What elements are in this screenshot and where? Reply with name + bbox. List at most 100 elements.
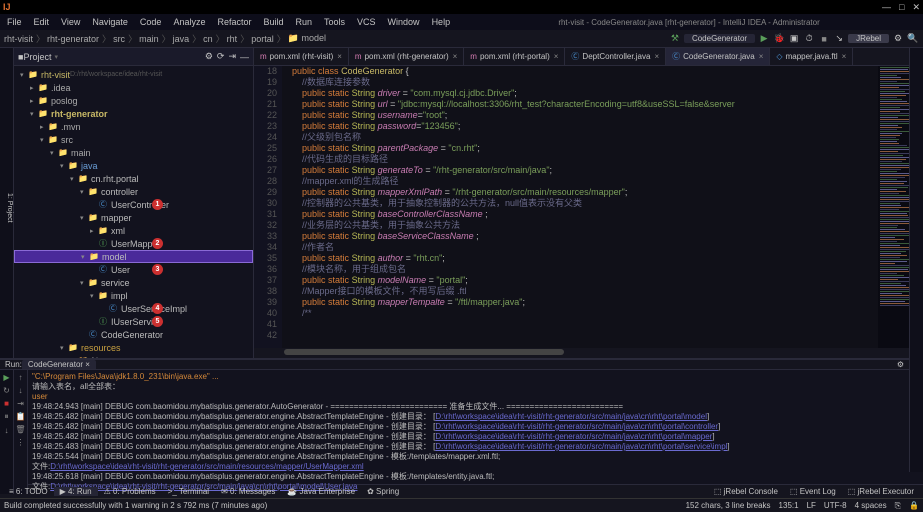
tree-item[interactable]: ⒸUserController1 — [14, 198, 253, 211]
tree-item[interactable]: ▾📁main — [14, 146, 253, 159]
menu-window[interactable]: Window — [383, 17, 425, 27]
breadcrumb-item[interactable]: rht-generator — [47, 34, 99, 44]
project-tree[interactable]: ▾📁rht-visit D:/rht/workspace/idea/rht-vi… — [14, 66, 253, 358]
tab-close-icon[interactable]: × — [654, 52, 659, 61]
menu-navigate[interactable]: Navigate — [87, 17, 133, 27]
breadcrumb-item[interactable]: rht-visit — [4, 34, 33, 44]
tab-close-icon[interactable]: × — [842, 52, 847, 61]
run-tool-icon[interactable]: ⇥ — [17, 399, 24, 408]
menu-edit[interactable]: Edit — [29, 17, 55, 27]
project-refresh-icon[interactable]: ⟳ — [217, 51, 225, 62]
debug-icon[interactable]: 🐞 — [773, 33, 785, 45]
tree-item[interactable]: ▾📁rht-generator — [14, 107, 253, 120]
breadcrumb-item[interactable]: java — [173, 34, 190, 44]
bottom-tab[interactable]: ☕ Java Enterprise — [281, 487, 361, 496]
bottom-right-tab[interactable]: ⬚ jRebel Executor — [842, 487, 920, 496]
menu-tools[interactable]: Tools — [319, 17, 350, 27]
tree-item[interactable]: ▾📁service — [14, 276, 253, 289]
git-icon[interactable]: ↘ — [833, 33, 845, 45]
close-button[interactable]: ✕ — [912, 2, 920, 13]
tree-item[interactable]: ▸📁ftl — [14, 354, 253, 358]
run-gear-icon[interactable]: ⚙ — [897, 360, 904, 369]
tree-item[interactable]: ⒾIUserService5 — [14, 315, 253, 328]
hscrollbar[interactable] — [254, 348, 923, 358]
coverage-icon[interactable]: ▣ — [788, 33, 800, 45]
status-item[interactable]: LF — [807, 501, 816, 510]
status-item[interactable]: 135:1 — [779, 501, 799, 510]
menu-file[interactable]: File — [2, 17, 27, 27]
run-tool-icon[interactable]: ⋮ — [17, 438, 25, 447]
tree-item[interactable]: ▾📁java — [14, 159, 253, 172]
bottom-right-tab[interactable]: ⬚ jRebel Console — [708, 487, 784, 496]
tree-item[interactable]: ⒸCodeGenerator — [14, 328, 253, 341]
status-item[interactable]: UTF-8 — [824, 501, 847, 510]
project-hide-icon[interactable]: — — [240, 52, 249, 62]
editor-tab[interactable]: ◇mapper.java.ftl× — [770, 48, 853, 65]
menu-view[interactable]: View — [56, 17, 85, 27]
bottom-tab[interactable]: ▶ 4: Run — [54, 487, 98, 496]
status-item[interactable]: 152 chars, 3 line breaks — [686, 501, 771, 510]
code-editor[interactable]: 1819202122232425262728293031323334353637… — [254, 66, 923, 348]
menu-code[interactable]: Code — [135, 17, 167, 27]
tab-close-icon[interactable]: × — [554, 52, 559, 61]
breadcrumb-item[interactable]: main — [139, 34, 159, 44]
code-body[interactable]: public class CodeGenerator { //数据库连接参数 p… — [282, 66, 923, 348]
tree-item[interactable]: ▸📁xml — [14, 224, 253, 237]
run-tool-icon[interactable]: 🗑 — [15, 425, 25, 434]
breadcrumb-item[interactable]: rht — [227, 34, 238, 44]
project-settings-icon[interactable]: ⚙ — [205, 51, 213, 62]
menu-help[interactable]: Help — [427, 17, 456, 27]
tab-close-icon[interactable]: × — [453, 52, 458, 61]
status-item[interactable]: 🔒 — [909, 501, 919, 510]
tree-item[interactable]: ▾📁rht-visit D:/rht/workspace/idea/rht-vi… — [14, 68, 253, 81]
jrebel-button[interactable]: JRebel — [848, 34, 889, 43]
editor-tab[interactable]: mpom.xml (rht-portal)× — [464, 48, 565, 65]
minimize-button[interactable]: — — [882, 2, 891, 13]
bottom-tab[interactable]: ✿ Spring — [361, 487, 405, 496]
run-tool-icon[interactable]: ↓ — [19, 386, 23, 395]
tab-close-icon[interactable]: × — [337, 52, 342, 61]
tree-item[interactable]: ▸📁.idea — [14, 81, 253, 94]
search-icon[interactable]: 🔍 — [907, 33, 919, 45]
bottom-tab[interactable]: ≡ 6: TODO — [3, 487, 54, 496]
tree-item[interactable]: ▾📁resources — [14, 341, 253, 354]
tree-item[interactable]: ⒸUserServiceImpl4 — [14, 302, 253, 315]
bottom-tab[interactable]: ✉ 0: Messages — [215, 487, 281, 496]
run-tool-icon[interactable]: ↑ — [19, 373, 23, 382]
maximize-button[interactable]: □ — [899, 2, 904, 13]
bottom-tab[interactable]: >_ Terminal — [162, 487, 215, 496]
run-tool-icon[interactable]: ↻ — [3, 386, 10, 395]
tree-item[interactable]: ▸📁.mvn — [14, 120, 253, 133]
bottom-tab[interactable]: ⚠ 0: Problems — [98, 487, 162, 496]
menu-run[interactable]: Run — [291, 17, 318, 27]
tree-item[interactable]: ▾📁cn.rht.portal — [14, 172, 253, 185]
breadcrumb-item[interactable]: 📁 model — [288, 33, 326, 44]
tree-item[interactable]: ▾📁model — [14, 250, 253, 263]
menu-refactor[interactable]: Refactor — [212, 17, 256, 27]
menu-build[interactable]: Build — [258, 17, 288, 27]
status-item[interactable]: ⎘ — [895, 501, 901, 511]
leftbar-tab[interactable]: 1: Project — [6, 193, 13, 223]
project-collapse-icon[interactable]: ⇥ — [228, 51, 236, 62]
run-icon[interactable]: ▶ — [758, 33, 770, 45]
breadcrumb-item[interactable]: portal — [251, 34, 274, 44]
editor-tab[interactable]: ⒸDeptController.java× — [565, 48, 666, 65]
breadcrumb-item[interactable]: src — [113, 34, 125, 44]
status-item[interactable]: 4 spaces — [855, 501, 887, 510]
run-tool-icon[interactable]: ⏸ — [5, 412, 9, 422]
hammer-icon[interactable]: ⚒ — [669, 33, 681, 45]
bottom-right-tab[interactable]: ⬚ Event Log — [784, 487, 842, 496]
menu-vcs[interactable]: VCS — [352, 17, 381, 27]
tree-item[interactable]: ▾📁controller — [14, 185, 253, 198]
run-tool-icon[interactable]: ↓ — [5, 426, 9, 435]
run-tool-icon[interactable]: 📋 — [16, 412, 26, 421]
tree-item[interactable]: ⒾUserMapper2 — [14, 237, 253, 250]
tree-item[interactable]: ▾📁mapper — [14, 211, 253, 224]
console-output[interactable]: "C:\Program Files\Java\jdk1.8.0_231\bin\… — [28, 370, 923, 494]
run-tool-icon[interactable]: ▶ — [3, 373, 9, 382]
run-tab-close-icon[interactable]: × — [85, 360, 90, 369]
breadcrumb-item[interactable]: cn — [203, 34, 213, 44]
gear-icon[interactable]: ⚙ — [892, 33, 904, 45]
run-tool-icon[interactable]: ■ — [4, 399, 9, 408]
editor-tab[interactable]: ⒸCodeGenerator.java× — [666, 48, 770, 65]
